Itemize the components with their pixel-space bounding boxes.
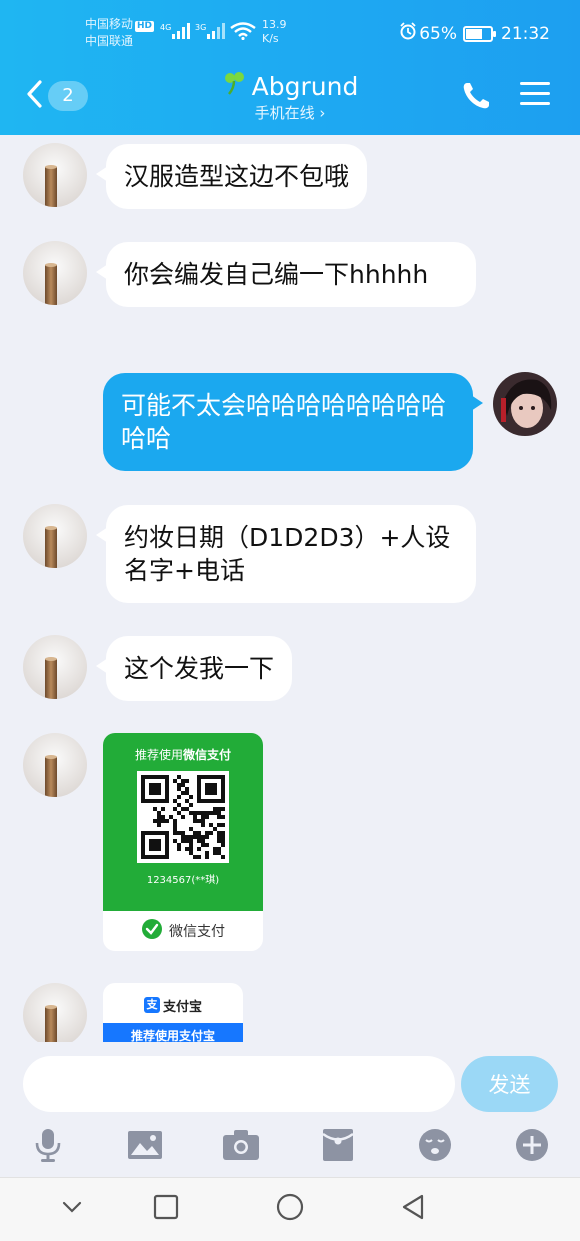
message-input[interactable] bbox=[23, 1056, 455, 1112]
message-bubble[interactable]: 这个发我一下 bbox=[95, 636, 293, 701]
image-button[interactable] bbox=[125, 1127, 165, 1167]
net-1-label: 4G bbox=[160, 23, 171, 32]
recent-apps-icon bbox=[153, 1194, 179, 1224]
status-bar: 中国移动 HD 中国联通 4G 3G 13.9 K/s 65% 21:32 bbox=[0, 0, 580, 60]
contact-avatar[interactable] bbox=[23, 635, 87, 699]
system-nav-bar bbox=[0, 1177, 580, 1241]
recent-apps-button[interactable] bbox=[151, 1194, 181, 1224]
signal-4g-icon: 4G bbox=[160, 20, 192, 43]
signal-3g-icon: 3G bbox=[195, 20, 227, 43]
phone-icon bbox=[458, 83, 494, 118]
more-button[interactable] bbox=[512, 1127, 552, 1167]
network-speed: 13.9 K/s bbox=[262, 18, 287, 46]
emoji-button[interactable] bbox=[415, 1127, 455, 1167]
microphone-icon bbox=[33, 1128, 63, 1166]
menu-button[interactable] bbox=[518, 79, 552, 109]
hd-badge: HD bbox=[135, 21, 155, 32]
camera-icon bbox=[222, 1129, 260, 1165]
send-button[interactable]: 发送 bbox=[461, 1056, 558, 1112]
battery-icon bbox=[463, 25, 496, 42]
home-icon bbox=[276, 1193, 304, 1225]
contact-name: Abgrund bbox=[251, 72, 359, 101]
composer-toolbar bbox=[0, 1122, 580, 1177]
message-bubble[interactable]: 可能不太会哈哈哈哈哈哈哈哈哈哈 bbox=[103, 373, 483, 471]
message-bubble[interactable]: 你会编发自己编一下hhhhh bbox=[96, 242, 476, 307]
qr-footer-label: 微信支付 bbox=[169, 924, 225, 940]
home-button[interactable] bbox=[275, 1193, 305, 1225]
speed-value: 13.9 bbox=[262, 18, 287, 31]
red-packet-icon bbox=[322, 1128, 354, 1166]
qr-title-bold: 微信支付 bbox=[183, 748, 232, 762]
message-list[interactable]: 汉服造型这边不包哦 你会编发自己编一下hhhhh 可能不太会哈哈哈哈哈哈哈哈哈哈… bbox=[0, 135, 580, 1042]
clover-icon bbox=[222, 70, 248, 104]
voice-button[interactable] bbox=[28, 1127, 68, 1167]
red-packet-button[interactable] bbox=[318, 1127, 358, 1167]
message-bubble[interactable]: 汉服造型这边不包哦 bbox=[95, 144, 368, 209]
camera-button[interactable] bbox=[221, 1127, 261, 1167]
contact-avatar[interactable] bbox=[23, 733, 87, 797]
chevron-down-icon bbox=[60, 1199, 84, 1219]
qr-title: 推荐使用微信支付 bbox=[103, 733, 263, 763]
chat-header: 中国移动 HD 中国联通 4G 3G 13.9 K/s 65% 21:32 2 … bbox=[0, 0, 580, 135]
hide-keyboard-button[interactable] bbox=[57, 1194, 87, 1224]
contact-avatar[interactable] bbox=[23, 143, 87, 207]
carrier-1: 中国移动 bbox=[85, 17, 134, 31]
alipay-icon: 支 bbox=[143, 997, 160, 1013]
qr-title-prefix: 推荐使用 bbox=[134, 748, 183, 762]
alipay-brand: 支付宝 bbox=[162, 999, 202, 1015]
plus-icon bbox=[515, 1128, 549, 1166]
wifi-icon bbox=[230, 22, 256, 43]
status-right: 65% 21:32 bbox=[399, 22, 550, 45]
wechat-pay-icon bbox=[141, 918, 163, 944]
back-icon bbox=[400, 1193, 426, 1225]
carrier-info: 中国移动 HD 中国联通 bbox=[85, 16, 155, 50]
qr-payee-id: 1234567(**琪) bbox=[146, 875, 220, 886]
presence-text: 手机在线 bbox=[254, 104, 315, 122]
qr-code bbox=[137, 771, 229, 863]
call-button[interactable] bbox=[458, 78, 494, 114]
presence-chevron: › bbox=[319, 104, 326, 122]
wechat-pay-qr-image[interactable]: 推荐使用微信支付 1234567(**琪) 微信支付 bbox=[103, 733, 263, 951]
carrier-2: 中国联通 bbox=[85, 34, 134, 48]
alipay-qr-image[interactable]: 支 支付宝 推荐使用支付宝 bbox=[103, 983, 243, 1042]
speed-unit: K/s bbox=[262, 32, 279, 45]
contact-avatar[interactable] bbox=[23, 504, 87, 568]
contact-avatar[interactable] bbox=[23, 983, 87, 1042]
battery-percent: 65% bbox=[419, 23, 457, 44]
alipay-banner: 推荐使用支付宝 bbox=[103, 1023, 243, 1042]
emoji-icon bbox=[418, 1128, 452, 1166]
composer: 发送 bbox=[0, 1042, 580, 1122]
alipay-logo: 支 支付宝 bbox=[103, 983, 243, 1023]
alarm-icon bbox=[399, 22, 417, 45]
menu-icon bbox=[518, 82, 552, 113]
net-2-label: 3G bbox=[195, 23, 206, 32]
clock: 21:32 bbox=[501, 23, 550, 44]
message-bubble[interactable]: 约妆日期（D1D2D3）+人设名字+电话 bbox=[96, 505, 476, 603]
battery-fill bbox=[466, 28, 482, 39]
contact-avatar[interactable] bbox=[23, 241, 87, 305]
image-icon bbox=[127, 1130, 163, 1164]
my-avatar[interactable] bbox=[493, 372, 557, 436]
system-back-button[interactable] bbox=[398, 1194, 428, 1224]
